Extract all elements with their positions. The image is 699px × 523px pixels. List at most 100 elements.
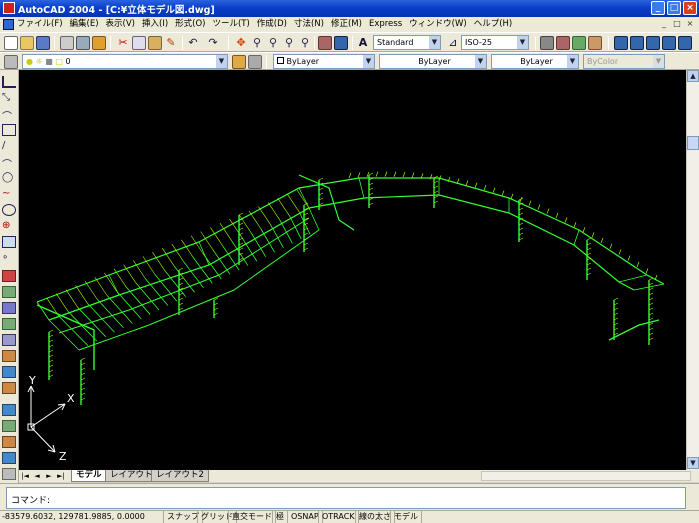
minimize-button[interactable]: _	[651, 1, 665, 15]
toolbar-tool-icon[interactable]	[588, 36, 602, 50]
move-icon[interactable]	[2, 350, 16, 362]
chevron-down-icon[interactable]: ▼	[216, 55, 227, 68]
scroll-down-icon[interactable]: ▼	[687, 457, 699, 469]
save-icon[interactable]	[36, 36, 50, 50]
vertical-scrollbar[interactable]: ▲ ▼	[686, 70, 699, 470]
menu-help[interactable]: ヘルプ(H)	[474, 18, 513, 31]
otrack-toggle[interactable]: OTRACK	[318, 511, 359, 523]
chevron-down-icon[interactable]: ▼	[363, 55, 374, 68]
zoom-realtime-icon[interactable]: ⚲	[250, 36, 264, 50]
tab-model[interactable]: モデル	[71, 470, 107, 482]
lineweight-toggle[interactable]: 線の太さ	[355, 511, 395, 523]
toolbar-tool-icon[interactable]	[556, 36, 570, 50]
dim-style-select[interactable]: ISO-25 ▼	[461, 35, 529, 50]
make-current-layer-icon[interactable]	[232, 55, 246, 69]
menu-draw[interactable]: 作成(D)	[257, 18, 287, 31]
chevron-down-icon[interactable]: ▼	[475, 55, 486, 68]
chevron-down-icon[interactable]: ▼	[517, 36, 528, 49]
toolbar-tool-icon[interactable]	[646, 36, 660, 50]
dim-style-icon[interactable]: ⊿	[446, 36, 460, 50]
scale-icon[interactable]	[2, 382, 16, 394]
match-properties-icon[interactable]: ✎	[164, 36, 178, 50]
array-icon[interactable]	[2, 334, 16, 346]
menu-window[interactable]: ウィンドウ(W)	[409, 18, 467, 31]
make-block-icon[interactable]	[2, 236, 16, 248]
rotate-icon[interactable]	[2, 366, 16, 378]
command-line[interactable]: コマンド:	[6, 487, 686, 509]
doc-minimize-button[interactable]: _	[659, 19, 669, 29]
chevron-down-icon[interactable]: ▼	[567, 55, 578, 68]
toolbar-tool-icon[interactable]	[540, 36, 554, 50]
line-tool-icon[interactable]	[2, 76, 16, 88]
break-icon[interactable]	[2, 452, 16, 464]
linetype-select[interactable]: ByLayer ▼	[379, 54, 487, 69]
spline-icon[interactable]: ∼	[2, 188, 16, 200]
menu-express[interactable]: Express	[369, 18, 402, 31]
rectangle-icon[interactable]: /	[2, 140, 16, 152]
doc-restore-button[interactable]: □	[672, 19, 682, 29]
tab-next-icon[interactable]: ►	[44, 471, 54, 481]
toolbar-tool-icon[interactable]	[662, 36, 676, 50]
tab-prev-icon[interactable]: ◄	[32, 471, 42, 481]
layer-manager-icon[interactable]	[4, 55, 18, 69]
mirror-icon[interactable]	[2, 302, 16, 314]
extend-icon[interactable]	[2, 436, 16, 448]
construction-line-icon[interactable]: ⤡	[2, 92, 16, 104]
polyline-icon[interactable]: ⌒	[2, 108, 16, 123]
open-file-icon[interactable]	[20, 36, 34, 50]
toolbar-tool-icon[interactable]	[572, 36, 586, 50]
tab-first-icon[interactable]: |◄	[20, 471, 30, 481]
insert-block-icon[interactable]: ⊕	[2, 220, 16, 232]
chevron-down-icon[interactable]: ▼	[429, 36, 440, 49]
toolbar-tool-icon[interactable]	[678, 36, 692, 50]
document-icon[interactable]	[3, 19, 14, 30]
text-style-icon[interactable]: A	[356, 36, 370, 50]
model-space-toggle[interactable]: モデル	[390, 511, 422, 523]
menu-view[interactable]: 表示(V)	[106, 18, 135, 31]
horizontal-scrollbar[interactable]	[481, 471, 691, 481]
erase-icon[interactable]	[2, 270, 16, 282]
tab-layout2[interactable]: レイアウト2	[151, 470, 209, 482]
stretch-icon[interactable]	[2, 404, 16, 416]
toolbar-tool-icon[interactable]	[630, 36, 644, 50]
lineweight-select[interactable]: ByLayer ▼	[491, 54, 579, 69]
paste-icon[interactable]	[148, 36, 162, 50]
drawing-area[interactable]: Y X Z	[19, 70, 686, 470]
menu-dimension[interactable]: 寸法(N)	[294, 18, 324, 31]
doc-close-button[interactable]: ×	[685, 19, 695, 29]
close-button[interactable]: ×	[683, 1, 697, 15]
layer-select[interactable]: ● ☼ ■ □ 0 ▼	[22, 54, 228, 69]
print-preview-icon[interactable]	[76, 36, 90, 50]
explode-icon[interactable]	[2, 468, 16, 480]
scroll-thumb[interactable]	[687, 136, 699, 150]
menu-edit[interactable]: 編集(E)	[70, 18, 99, 31]
zoom-extents-icon[interactable]: ⚲	[298, 36, 312, 50]
menu-insert[interactable]: 挿入(I)	[142, 18, 168, 31]
toolbar-tool-icon[interactable]	[614, 36, 628, 50]
polygon-icon[interactable]	[2, 124, 16, 136]
zoom-window-icon[interactable]: ⚲	[266, 36, 280, 50]
ortho-toggle[interactable]: 直交モード	[228, 511, 276, 523]
undo-icon[interactable]: ↶	[186, 36, 200, 50]
autocad-app-icon[interactable]	[3, 2, 15, 14]
point-icon[interactable]: ∘	[2, 252, 16, 264]
tab-last-icon[interactable]: ►|	[56, 471, 66, 481]
zoom-previous-icon[interactable]: ⚲	[282, 36, 296, 50]
polar-toggle[interactable]: 極	[272, 511, 288, 523]
new-file-icon[interactable]	[4, 36, 18, 50]
menu-format[interactable]: 形式(O)	[175, 18, 205, 31]
maximize-button[interactable]: □	[667, 1, 681, 15]
menu-file[interactable]: ファイル(F)	[17, 18, 63, 31]
circle-icon[interactable]: ◯	[2, 172, 16, 184]
pan-icon[interactable]: ✥	[234, 36, 248, 50]
offset-icon[interactable]	[2, 318, 16, 330]
trim-icon[interactable]	[2, 420, 16, 432]
cut-icon[interactable]: ✂	[116, 36, 130, 50]
print-icon[interactable]	[60, 36, 74, 50]
color-select[interactable]: ByLayer ▼	[273, 54, 375, 69]
copy-icon[interactable]	[132, 36, 146, 50]
publish-icon[interactable]	[92, 36, 106, 50]
help-icon[interactable]	[334, 36, 348, 50]
redo-icon[interactable]: ↷	[206, 36, 220, 50]
text-style-select[interactable]: Standard ▼	[373, 35, 441, 50]
